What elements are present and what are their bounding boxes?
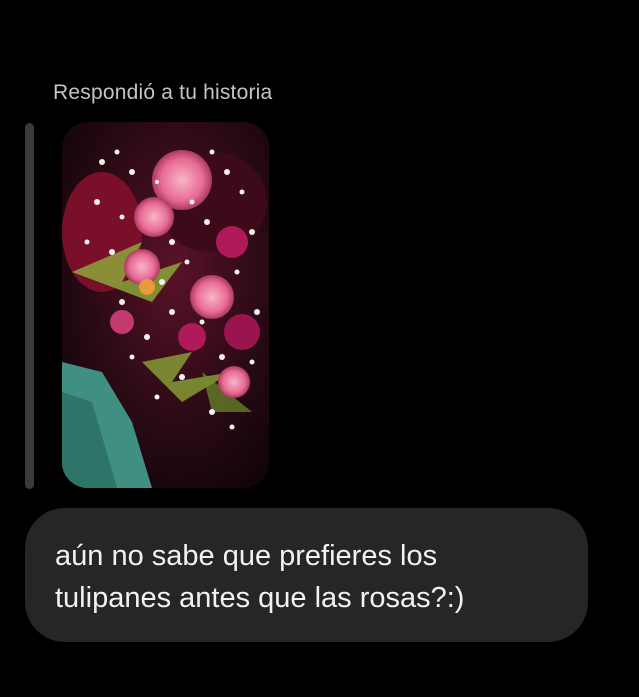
story-preview-thumbnail[interactable]: [62, 122, 269, 488]
bouquet-image: [62, 122, 269, 488]
message-text: aún no sabe que prefieres los tulipanes …: [55, 540, 465, 614]
reply-label: Respondió a tu historia: [53, 81, 273, 104]
quote-bar: [25, 123, 34, 489]
message-bubble[interactable]: aún no sabe que prefieres los tulipanes …: [25, 508, 588, 642]
